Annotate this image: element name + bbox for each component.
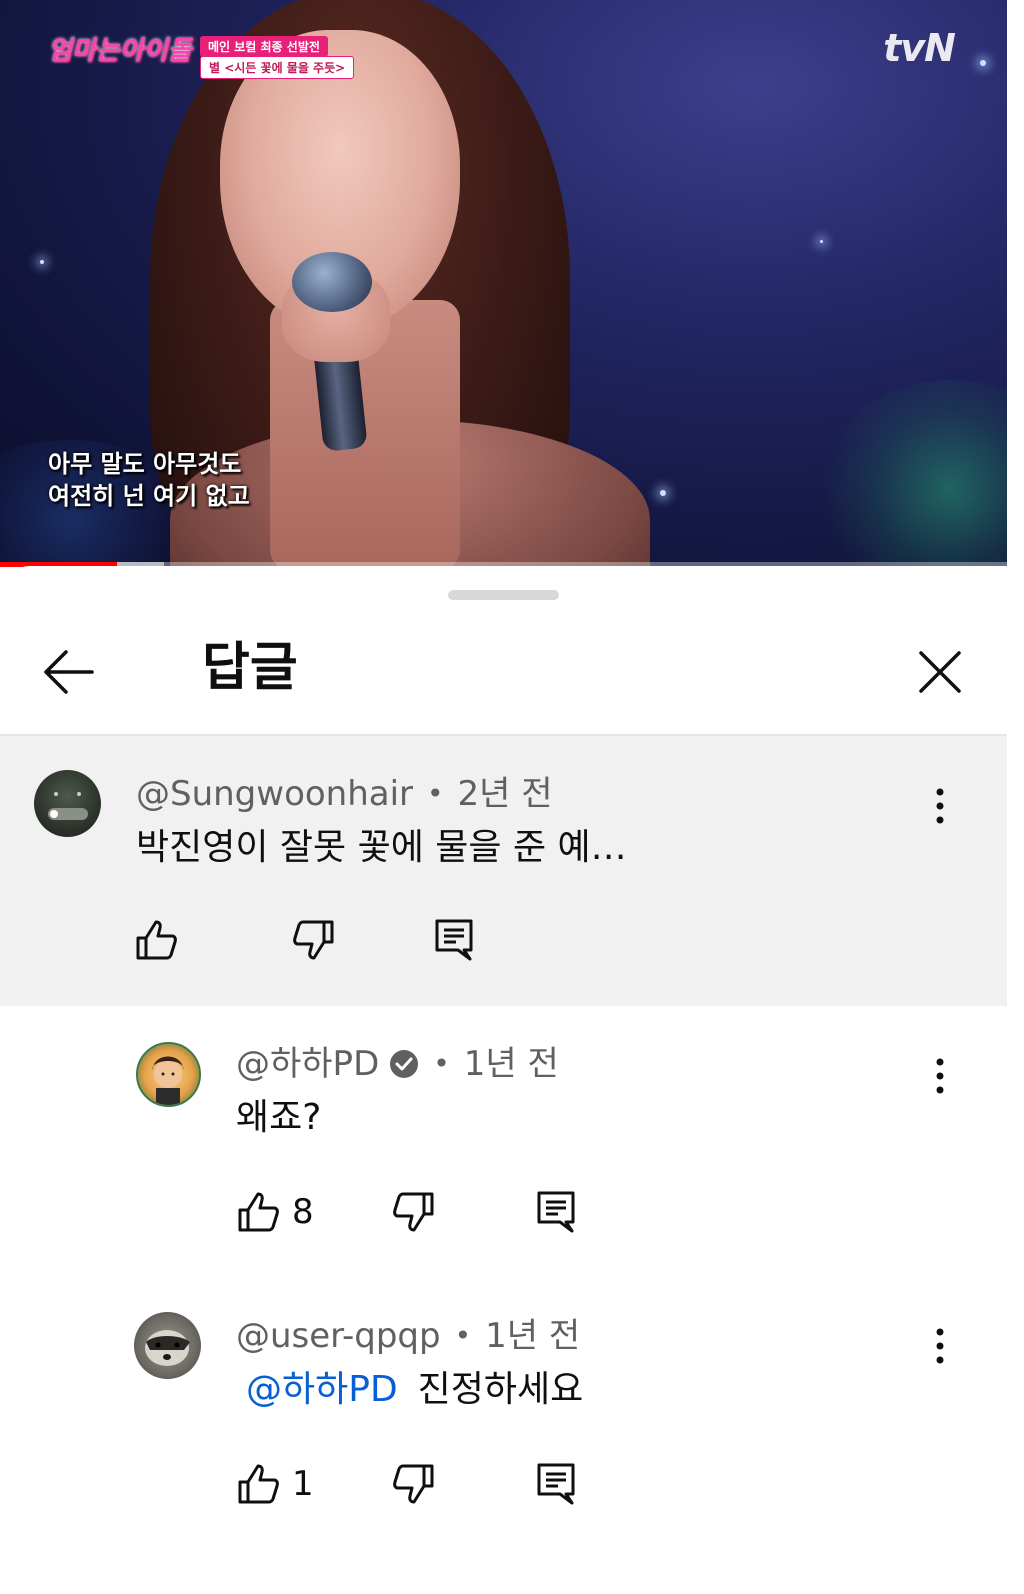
reply-button[interactable] <box>536 1190 576 1234</box>
comment-author[interactable]: @user-qpqp <box>236 1314 441 1358</box>
comment-time: 1년 전 <box>485 1316 581 1356</box>
separator-dot: • <box>454 1319 472 1352</box>
video-player[interactable]: 엄마는아이돌 메인 보컬 최종 선발전 별 <시든 꽃에 물을 주듯> tvN … <box>0 0 1007 566</box>
sheet-title: 답글 <box>202 638 298 698</box>
comment-meta: @하하PD • 1년 전 <box>236 1042 559 1086</box>
mention-link[interactable]: @하하PD <box>246 1369 398 1410</box>
separator-dot: • <box>433 1047 450 1080</box>
arrow-left-icon <box>44 650 94 694</box>
stage-sparkle <box>40 260 44 264</box>
like-button[interactable]: 1 <box>236 1462 314 1506</box>
comment-author[interactable]: @Sungwoonhair <box>136 772 413 816</box>
close-icon <box>919 651 961 693</box>
episode-tag: 메인 보컬 최종 선발전 <box>200 36 328 57</box>
comment-meta: @Sungwoonhair • 2년 전 <box>136 772 553 816</box>
channel-logo: tvN <box>883 26 956 70</box>
like-count: 1 <box>292 1464 314 1504</box>
avatar-image <box>48 792 88 820</box>
comment-icon <box>537 1463 575 1505</box>
back-button[interactable] <box>38 642 98 702</box>
video-subtitle: 아무 말도 아무것도 여전히 넌 여기 없고 <box>48 448 250 512</box>
thumbs-down-icon <box>393 1192 434 1232</box>
subtitle-line: 아무 말도 아무것도 <box>48 450 242 478</box>
song-tag: 별 <시든 꽃에 물을 주듯> <box>200 56 355 79</box>
more-vert-icon <box>936 1058 944 1094</box>
like-count: 8 <box>292 1192 314 1232</box>
close-button[interactable] <box>910 642 970 702</box>
dislike-button[interactable] <box>392 1462 436 1506</box>
microphone-head <box>292 252 372 312</box>
dislike-button[interactable] <box>392 1190 436 1234</box>
replies-sheet: 답글 @Sungwoonhair • 2년 전 박진영이 잘못 꽃에 물을 준 … <box>0 566 1007 1594</box>
comment-icon <box>537 1191 575 1233</box>
thumbs-down-icon <box>393 1464 434 1504</box>
verified-icon <box>389 1049 419 1079</box>
dislike-button[interactable] <box>292 918 336 962</box>
thumbs-up-icon <box>238 1464 279 1504</box>
comment-meta: @user-qpqp • 1년 전 <box>236 1314 580 1358</box>
avatar-image <box>145 1330 190 1366</box>
subtitle-line: 여전히 넌 여기 없고 <box>48 482 250 510</box>
reply-button[interactable] <box>434 918 474 962</box>
comment-body: 진정하세요 <box>417 1369 584 1410</box>
comment-author[interactable]: @하하PD <box>236 1042 379 1086</box>
thumbs-up-icon <box>136 920 177 960</box>
avatar[interactable] <box>134 1312 201 1379</box>
reply-button[interactable] <box>536 1462 576 1506</box>
comment-text: 박진영이 잘못 꽃에 물을 준 예… <box>136 827 627 868</box>
stage-sparkle <box>980 60 986 66</box>
more-button[interactable] <box>920 1046 960 1106</box>
stage-sparkle <box>660 490 666 496</box>
comment-time: 1년 전 <box>463 1044 559 1084</box>
drag-handle[interactable] <box>448 590 559 600</box>
parent-comment: @Sungwoonhair • 2년 전 박진영이 잘못 꽃에 물을 준 예… <box>0 736 1007 1006</box>
avatar[interactable] <box>136 1042 201 1107</box>
more-vert-icon <box>936 1328 944 1364</box>
comment-text: @하하PD 진정하세요 <box>246 1366 583 1414</box>
thumbs-down-icon <box>293 920 334 960</box>
avatar[interactable] <box>34 770 101 837</box>
separator-dot: • <box>427 777 444 810</box>
more-vert-icon <box>936 788 944 824</box>
thumbs-up-icon <box>238 1192 279 1232</box>
stage-sparkle <box>820 240 823 243</box>
like-button[interactable] <box>134 918 178 962</box>
comment-time: 2년 전 <box>457 774 553 814</box>
show-logo: 엄마는아이돌 <box>48 36 192 66</box>
avatar-image <box>152 1056 184 1105</box>
more-button[interactable] <box>920 1316 960 1376</box>
comment-text: 왜죠? <box>236 1097 322 1138</box>
stage-light <box>820 380 1007 566</box>
sheet-header: 답글 <box>0 606 1007 736</box>
comment-icon <box>435 919 473 961</box>
like-button[interactable]: 8 <box>236 1190 314 1234</box>
more-button[interactable] <box>920 776 960 836</box>
